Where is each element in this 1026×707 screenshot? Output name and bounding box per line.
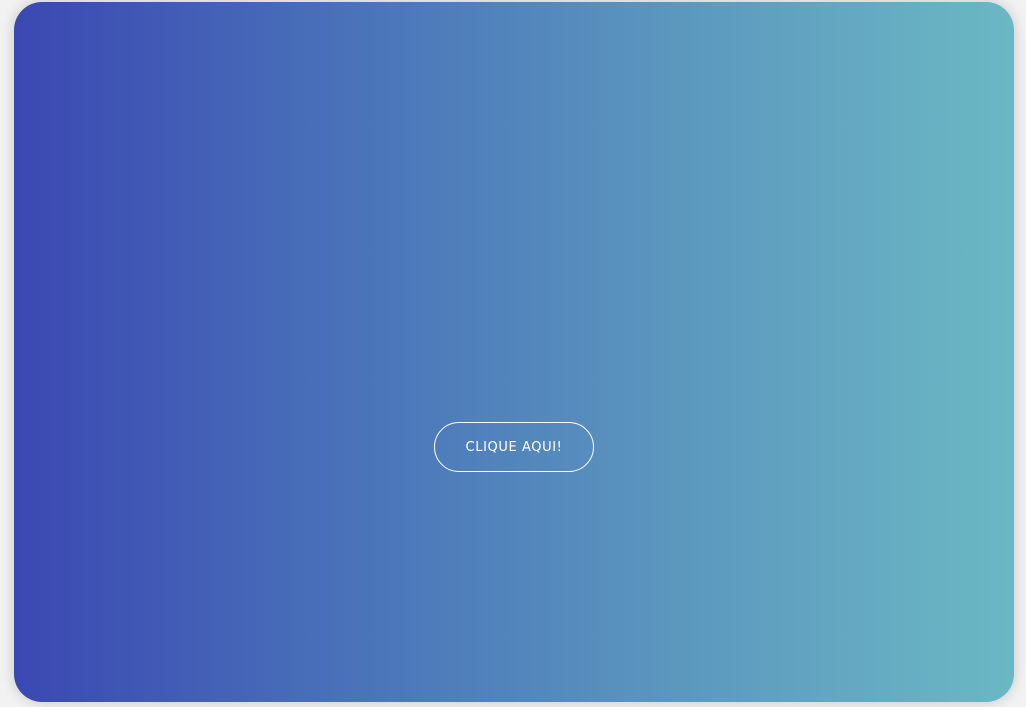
gradient-card: CLIQUE AQUI! [14, 2, 1014, 702]
clique-aqui-button[interactable]: CLIQUE AQUI! [434, 422, 594, 472]
page-background: CLIQUE AQUI! [0, 0, 1026, 707]
